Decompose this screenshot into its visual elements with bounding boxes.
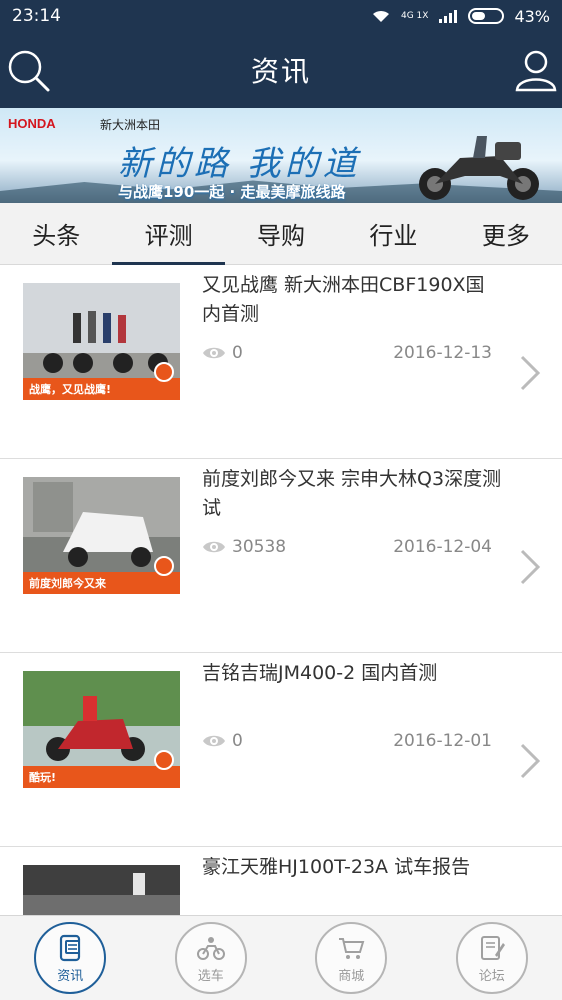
promo-banner[interactable]: HONDA 新大洲本田 新的路 我的道 与战鹰190一起 · 走最美摩旅线路 xyxy=(0,108,562,203)
status-time: 23:14 xyxy=(12,6,61,26)
thumbnail-caption: 酷玩! xyxy=(23,766,180,788)
article-views: 0 xyxy=(232,343,243,363)
article-thumbnail xyxy=(23,865,180,915)
nav-choose-bike[interactable]: 选车 xyxy=(174,922,247,994)
list-item[interactable]: 前度刘郎今又来 前度刘郎今又来 宗申大林Q3深度测试 30538 2016-12… xyxy=(0,459,562,653)
article-date: 2016-12-13 xyxy=(393,343,492,363)
eye-icon xyxy=(203,541,225,553)
list-item[interactable]: 豪江天雅HJ100T-23A 试车报告 0 2016-11-30 xyxy=(0,847,562,915)
thumbnail-logo xyxy=(154,750,174,770)
banner-brand: HONDA xyxy=(8,116,56,131)
article-title: 吉铭吉瑞JM400-2 国内首测 xyxy=(202,662,438,684)
thumbnail-caption: 前度刘郎今又来 xyxy=(23,572,180,594)
article-thumbnail: 前度刘郎今又来 xyxy=(23,477,180,594)
motorcycle-icon xyxy=(196,936,225,960)
eye-icon xyxy=(203,347,225,359)
category-tabs: 头条 评测 导购 行业 更多 xyxy=(0,203,562,265)
tab-more[interactable]: 更多 xyxy=(450,203,562,264)
list-item[interactable]: 酷玩! 吉铭吉瑞JM400-2 国内首测 0 2016-12-01 xyxy=(0,653,562,847)
battery-level: 43% xyxy=(514,6,550,26)
app-header: 资讯 xyxy=(0,32,562,108)
article-meta: 0 2016-12-01 xyxy=(202,731,492,751)
article-views: 30538 xyxy=(232,537,287,557)
nav-mall-label: 商城 xyxy=(338,968,365,984)
bottom-nav: 资讯 选车 商城 论坛 xyxy=(0,915,562,1000)
nav-forum-label: 论坛 xyxy=(478,968,505,984)
article-list: 战鹰，又见战鹰! 又见战鹰 新大洲本田CBF190X国内首测 0 2016-12… xyxy=(0,265,562,915)
article-thumbnail: 战鹰，又见战鹰! xyxy=(23,283,180,400)
article-date: 2016-12-04 xyxy=(393,537,492,557)
banner-motorcycle-image xyxy=(419,136,539,200)
search-button[interactable] xyxy=(4,46,52,94)
news-icon xyxy=(60,934,81,961)
nav-forum[interactable]: 论坛 xyxy=(455,922,528,994)
banner-subtitle: 与战鹰190一起 · 走最美摩旅线路 xyxy=(118,183,346,201)
article-title: 前度刘郎今又来 宗申大林Q3深度测试 xyxy=(202,468,502,519)
status-system-icons: 4G 1X 43% xyxy=(371,7,550,26)
article-date: 2016-12-01 xyxy=(393,731,492,751)
network-label: 4G 1X xyxy=(400,10,429,21)
nav-mall[interactable]: 商城 xyxy=(315,922,388,994)
nav-news[interactable]: 资讯 xyxy=(34,922,107,994)
thumbnail-caption: 战鹰，又见战鹰! xyxy=(23,378,180,400)
nav-choose-bike-label: 选车 xyxy=(197,968,224,984)
thumbnail-logo xyxy=(154,556,174,576)
chevron-right-icon xyxy=(520,355,541,391)
user-icon xyxy=(515,50,557,92)
thumbnail-logo xyxy=(154,362,174,382)
status-bar: 23:14 4G 1X 43% xyxy=(0,0,562,32)
article-thumbnail: 酷玩! xyxy=(23,671,180,788)
forum-icon xyxy=(480,935,505,960)
wifi-icon xyxy=(372,10,389,22)
list-item[interactable]: 战鹰，又见战鹰! 又见战鹰 新大洲本田CBF190X国内首测 0 2016-12… xyxy=(0,265,562,459)
chevron-right-icon xyxy=(520,549,541,585)
profile-button[interactable] xyxy=(512,46,560,94)
tab-industry[interactable]: 行业 xyxy=(337,203,449,264)
article-title: 又见战鹰 新大洲本田CBF190X国内首测 xyxy=(202,274,485,325)
tab-buying-guide[interactable]: 导购 xyxy=(225,203,337,264)
cart-icon xyxy=(339,937,365,959)
nav-news-label: 资讯 xyxy=(57,968,84,984)
tab-headlines[interactable]: 头条 xyxy=(0,203,112,264)
article-title: 豪江天雅HJ100T-23A 试车报告 xyxy=(202,856,471,878)
chevron-right-icon xyxy=(520,743,541,779)
page-title: 资讯 xyxy=(250,55,311,88)
banner-slogan: 新的路 我的道 xyxy=(118,144,361,184)
banner-brand-cn: 新大洲本田 xyxy=(100,118,161,132)
eye-icon xyxy=(203,735,225,747)
thumbnail-image xyxy=(23,865,180,915)
signal-icon xyxy=(439,10,458,23)
article-meta: 30538 2016-12-04 xyxy=(202,537,492,557)
article-meta: 0 2016-12-13 xyxy=(202,343,492,363)
tab-reviews[interactable]: 评测 xyxy=(112,203,226,265)
article-views: 0 xyxy=(232,731,243,751)
search-icon xyxy=(8,50,50,92)
battery-icon xyxy=(468,8,505,24)
